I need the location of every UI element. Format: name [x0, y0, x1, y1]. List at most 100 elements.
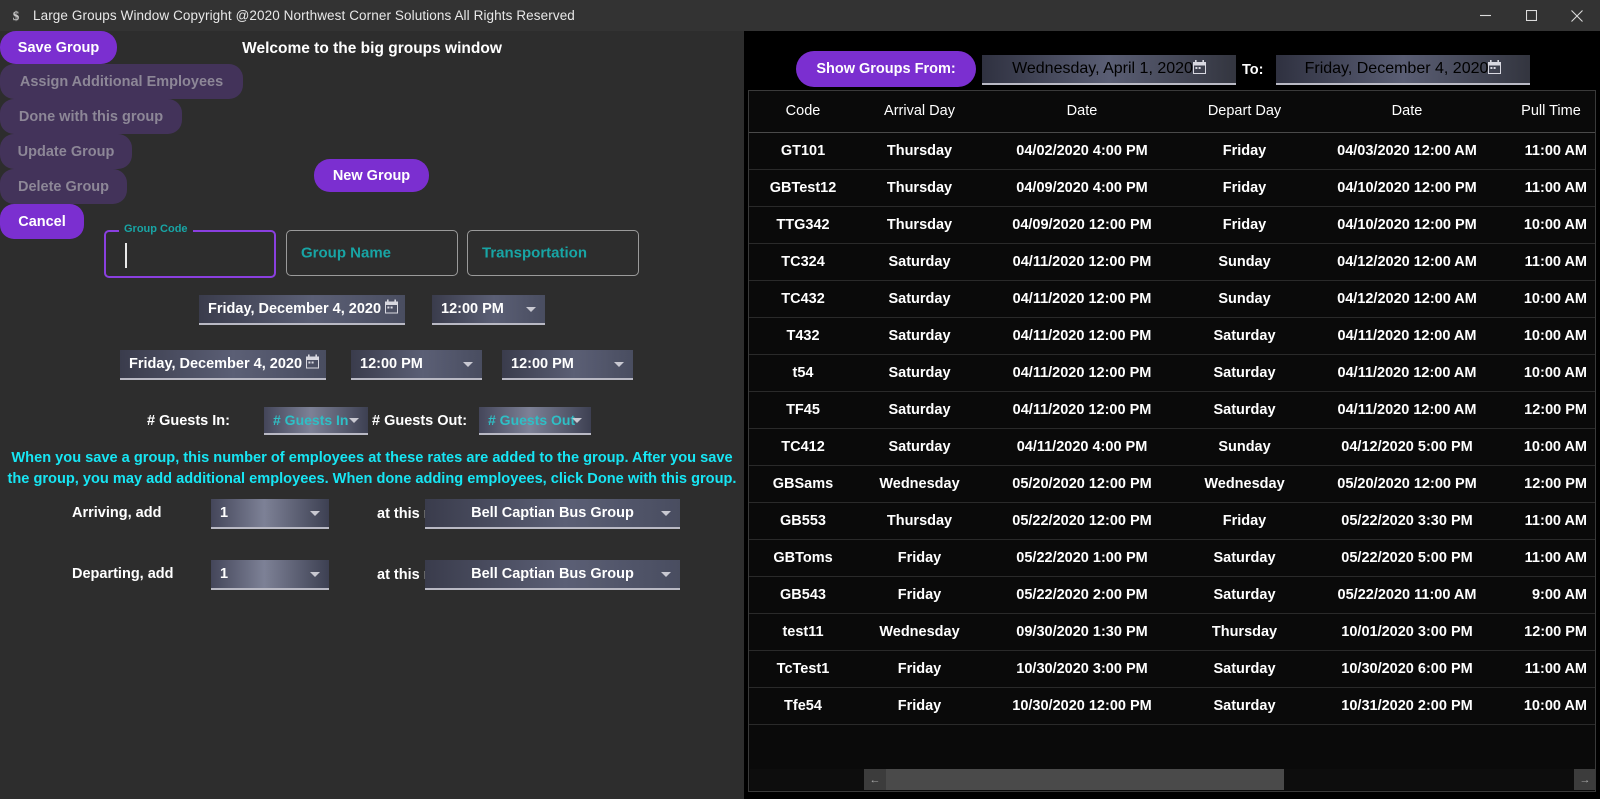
minimize-icon[interactable] [1462, 0, 1508, 31]
arriving-quantity-select[interactable]: 1 [211, 499, 329, 529]
chevron-down-icon[interactable] [463, 362, 473, 367]
table-row[interactable]: T432Saturday04/11/2020 12:00 PMSaturday0… [749, 317, 1595, 354]
from-date-picker[interactable]: Wednesday, April 1, 2020 [982, 55, 1236, 85]
close-icon[interactable] [1554, 0, 1600, 31]
table-row[interactable]: GT101Thursday04/02/2020 4:00 PMFriday04/… [749, 132, 1595, 169]
show-groups-from-button[interactable]: Show Groups From: [796, 51, 976, 87]
chevron-down-icon[interactable] [526, 307, 536, 312]
table-body: GT101Thursday04/02/2020 4:00 PMFriday04/… [749, 132, 1595, 724]
table-row[interactable]: GB553Thursday05/22/2020 12:00 PMFriday05… [749, 502, 1595, 539]
cell-depart-day: Saturday [1182, 576, 1307, 613]
calendar-icon[interactable] [385, 300, 398, 319]
arrival-time-value: 12:00 PM [441, 301, 504, 317]
cell-depart-day: Saturday [1182, 317, 1307, 354]
cell-depart-date: 05/22/2020 3:30 PM [1307, 502, 1507, 539]
cell-arrival-date: 09/30/2020 1:30 PM [982, 613, 1182, 650]
cell-pull-time: 11:00 AM [1507, 243, 1595, 280]
scroll-right-icon[interactable]: → [1574, 769, 1596, 790]
cell-code: GT101 [749, 132, 857, 169]
pull-time-picker[interactable]: 12:00 PM [502, 350, 633, 380]
cell-arrival-day: Thursday [857, 169, 982, 206]
cell-arrival-date: 05/22/2020 12:00 PM [982, 502, 1182, 539]
assign-additional-employees-button[interactable]: Assign Additional Employees [0, 64, 243, 99]
column-header-depart-date[interactable]: Date [1307, 91, 1507, 132]
table-row[interactable]: TC432Saturday04/11/2020 12:00 PMSunday04… [749, 280, 1595, 317]
cell-depart-day: Saturday [1182, 687, 1307, 724]
table-row[interactable]: test11Wednesday09/30/2020 1:30 PMThursda… [749, 613, 1595, 650]
departing-rate-select[interactable]: Bell Captian Bus Group [425, 560, 680, 590]
calendar-icon[interactable] [1193, 60, 1206, 79]
cell-pull-time: 12:00 PM [1507, 613, 1595, 650]
cell-depart-day: Sunday [1182, 428, 1307, 465]
column-header-pull-time[interactable]: Pull Time [1507, 91, 1595, 132]
departing-add-label: Departing, add [72, 566, 174, 582]
group-form-panel: Welcome to the big groups window New Gro… [0, 31, 744, 799]
table-row[interactable]: TTG342Thursday04/09/2020 12:00 PMFriday0… [749, 206, 1595, 243]
depart-time-picker[interactable]: 12:00 PM [351, 350, 482, 380]
table-header-row: Code Arrival Day Date Depart Day Date Pu… [749, 91, 1595, 132]
cell-depart-date: 10/01/2020 3:00 PM [1307, 613, 1507, 650]
transportation-field[interactable]: Transportation [467, 230, 639, 276]
column-header-code[interactable]: Code [749, 91, 857, 132]
cell-arrival-day: Saturday [857, 391, 982, 428]
table-row[interactable]: GBSamsWednesday05/20/2020 12:00 PMWednes… [749, 465, 1595, 502]
cell-arrival-day: Thursday [857, 206, 982, 243]
cancel-button[interactable]: Cancel [0, 204, 84, 239]
table-row[interactable]: TC412Saturday04/11/2020 4:00 PMSunday04/… [749, 428, 1595, 465]
arriving-add-label: Arriving, add [72, 505, 161, 521]
app-window: $ Large Groups Window Copyright @2020 No… [0, 0, 1600, 799]
chevron-down-icon[interactable] [661, 572, 671, 577]
table-row[interactable]: Tfe54Friday10/30/2020 12:00 PMSaturday10… [749, 687, 1595, 724]
chevron-down-icon[interactable] [310, 572, 320, 577]
done-with-this-group-button[interactable]: Done with this group [0, 99, 182, 134]
table-row[interactable]: GB543Friday05/22/2020 2:00 PMSaturday05/… [749, 576, 1595, 613]
cell-depart-date: 05/22/2020 11:00 AM [1307, 576, 1507, 613]
cell-arrival-day: Saturday [857, 243, 982, 280]
group-name-field[interactable]: Group Name [286, 230, 458, 276]
depart-date-value: Friday, December 4, 2020 [129, 356, 302, 372]
calendar-icon[interactable] [1488, 60, 1501, 79]
arriving-rate-select[interactable]: Bell Captian Bus Group [425, 499, 680, 529]
column-header-depart-day[interactable]: Depart Day [1182, 91, 1307, 132]
column-header-arrival-day[interactable]: Arrival Day [857, 91, 982, 132]
column-header-arrival-date[interactable]: Date [982, 91, 1182, 132]
update-group-button[interactable]: Update Group [0, 134, 132, 169]
guests-out-select[interactable]: # Guests Out [479, 407, 591, 435]
cell-code: TC432 [749, 280, 857, 317]
table-row[interactable]: TC324Saturday04/11/2020 12:00 PMSunday04… [749, 243, 1595, 280]
groups-table-container: Code Arrival Day Date Depart Day Date Pu… [748, 90, 1596, 792]
new-group-button[interactable]: New Group [314, 159, 429, 192]
table-row[interactable]: TF45Saturday04/11/2020 12:00 PMSaturday0… [749, 391, 1595, 428]
arrival-date-picker[interactable]: Friday, December 4, 2020 [199, 295, 405, 325]
window-title: Large Groups Window Copyright @2020 Nort… [33, 8, 575, 23]
guests-in-select[interactable]: # Guests In [264, 407, 368, 435]
calendar-icon[interactable] [306, 355, 319, 374]
table-row[interactable]: t54Saturday04/11/2020 12:00 PMSaturday04… [749, 354, 1595, 391]
cell-depart-day: Saturday [1182, 650, 1307, 687]
chevron-down-icon[interactable] [614, 362, 624, 367]
chevron-down-icon[interactable] [661, 511, 671, 516]
table-row[interactable]: GBTomsFriday05/22/2020 1:00 PMSaturday05… [749, 539, 1595, 576]
horizontal-scrollbar[interactable]: ← → [750, 769, 1596, 790]
chevron-down-icon[interactable] [310, 511, 320, 516]
chevron-down-icon[interactable] [572, 418, 582, 423]
table-row[interactable]: TcTest1Friday10/30/2020 3:00 PMSaturday1… [749, 650, 1595, 687]
chevron-down-icon[interactable] [349, 418, 359, 423]
maximize-icon[interactable] [1508, 0, 1554, 31]
scrollbar-thumb[interactable] [886, 769, 1284, 790]
cell-pull-time: 10:00 AM [1507, 687, 1595, 724]
arrival-time-picker[interactable]: 12:00 PM [432, 295, 545, 325]
cell-code: TC324 [749, 243, 857, 280]
guests-in-value: # Guests In [273, 412, 348, 428]
to-date-picker[interactable]: Friday, December 4, 2020 [1276, 55, 1530, 85]
scroll-left-icon[interactable]: ← [864, 769, 886, 790]
cell-arrival-day: Wednesday [857, 613, 982, 650]
delete-group-button[interactable]: Delete Group [0, 169, 127, 204]
cell-arrival-day: Friday [857, 539, 982, 576]
cell-arrival-day: Thursday [857, 502, 982, 539]
depart-time-value: 12:00 PM [360, 356, 423, 372]
group-code-field[interactable]: Group Code [104, 230, 276, 278]
departing-quantity-select[interactable]: 1 [211, 560, 329, 590]
depart-date-picker[interactable]: Friday, December 4, 2020 [120, 350, 326, 380]
table-row[interactable]: GBTest12Thursday04/09/2020 4:00 PMFriday… [749, 169, 1595, 206]
